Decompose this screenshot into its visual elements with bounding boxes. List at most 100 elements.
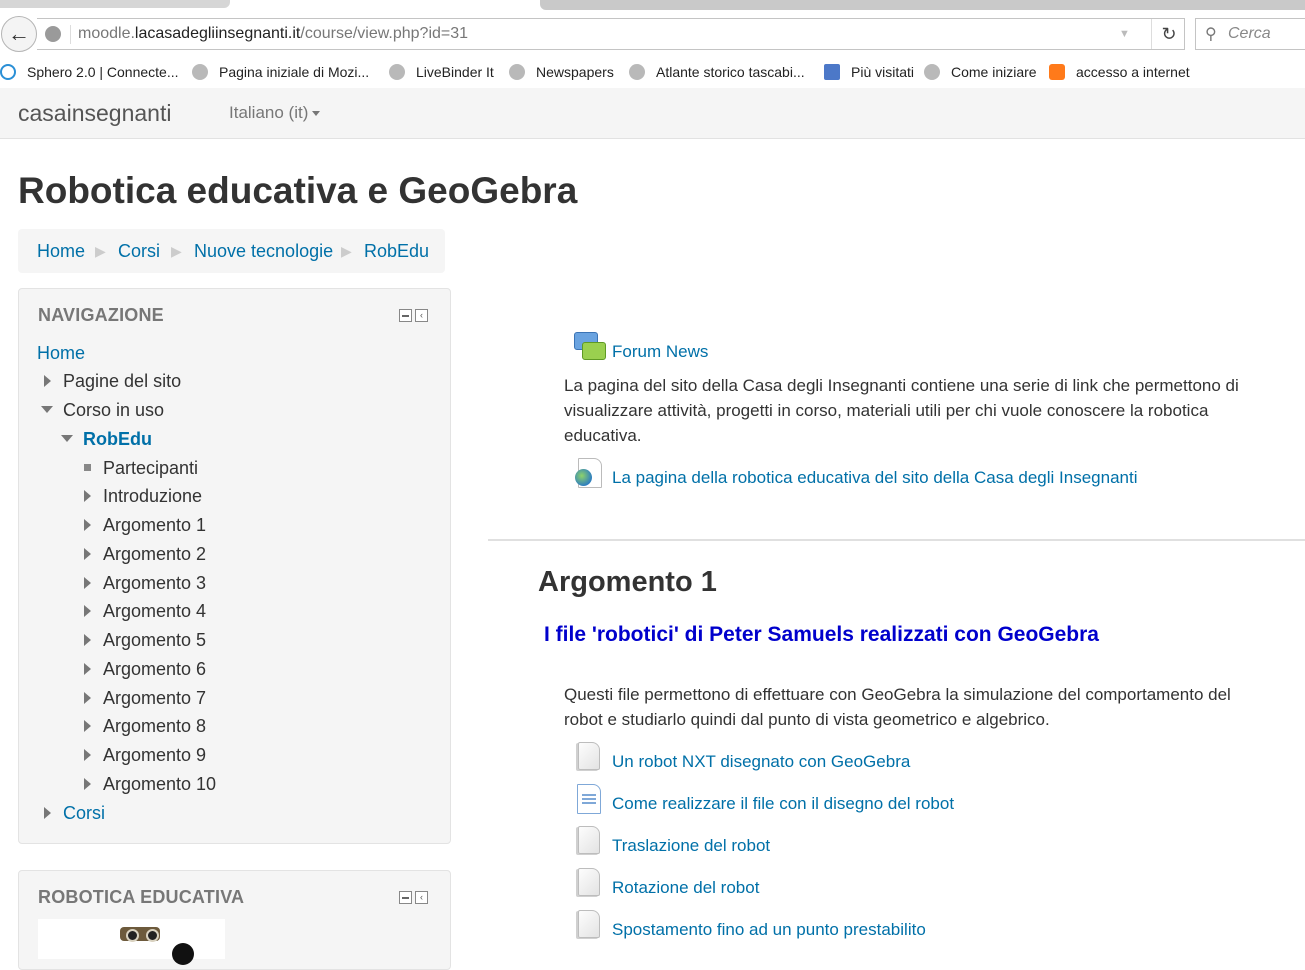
robot-image bbox=[38, 919, 225, 965]
nav-item-corsi[interactable]: Corsi bbox=[63, 803, 105, 824]
document-icon bbox=[577, 784, 601, 814]
caret-down-icon bbox=[312, 111, 321, 117]
expand-icon[interactable] bbox=[84, 663, 91, 675]
expand-icon[interactable] bbox=[84, 692, 91, 704]
active-tab-edge[interactable] bbox=[0, 0, 230, 8]
collapse-icon[interactable] bbox=[399, 309, 412, 322]
url-globe-icon bbox=[575, 458, 602, 488]
search-box[interactable]: ⚲ Cerca bbox=[1195, 18, 1305, 50]
search-placeholder: Cerca bbox=[1228, 25, 1271, 42]
expand-icon[interactable] bbox=[84, 720, 91, 732]
bookmark-internet-access[interactable]: accesso a internet bbox=[1049, 64, 1190, 80]
section-subheading: I file 'robotici' di Peter Samuels reali… bbox=[544, 623, 1099, 646]
bookmark-getting-started[interactable]: Come iniziare bbox=[924, 64, 1037, 80]
collapse-arrow-icon[interactable] bbox=[61, 435, 73, 442]
nav-item-argomento-4[interactable]: Argomento 4 bbox=[103, 601, 206, 622]
expand-icon[interactable] bbox=[84, 749, 91, 761]
dock-icon[interactable]: ‹ bbox=[415, 309, 428, 322]
nav-item-argomento-2[interactable]: Argomento 2 bbox=[103, 544, 206, 565]
block-title: NAVIGAZIONE bbox=[38, 305, 164, 325]
robot-eye-shape bbox=[126, 929, 139, 942]
breadcrumb-nuove-tecnologie[interactable]: Nuove tecnologie bbox=[194, 241, 333, 262]
nav-item-argomento-6[interactable]: Argomento 6 bbox=[103, 659, 206, 680]
expand-icon[interactable] bbox=[84, 778, 91, 790]
search-icon: ⚲ bbox=[1205, 26, 1217, 43]
url-history-dropdown-icon[interactable]: ▼ bbox=[1119, 28, 1130, 40]
forum-news-link[interactable]: Forum News bbox=[612, 342, 708, 362]
breadcrumb-separator-icon: ▶ bbox=[95, 243, 106, 259]
collapse-arrow-icon[interactable] bbox=[41, 406, 53, 413]
nav-item-argomento-10[interactable]: Argomento 10 bbox=[103, 774, 216, 795]
site-brand[interactable]: casainsegnanti bbox=[18, 100, 171, 127]
url-separator bbox=[70, 25, 71, 44]
section-heading: Argomento 1 bbox=[538, 566, 717, 598]
globe-icon bbox=[924, 64, 940, 80]
nav-item-argomento-7[interactable]: Argomento 7 bbox=[103, 688, 206, 709]
nav-item-argomento-8[interactable]: Argomento 8 bbox=[103, 716, 206, 737]
section-summary: Questi file permettono di effettuare con… bbox=[564, 685, 1231, 729]
page-title: Robotica educativa e GeoGebra bbox=[18, 170, 578, 211]
resource-link[interactable]: Spostamento fino ad un punto prestabilit… bbox=[612, 920, 926, 940]
expand-icon[interactable] bbox=[44, 807, 51, 819]
block-title: ROBOTICA EDUCATIVA bbox=[38, 887, 245, 907]
nav-item-introduzione[interactable]: Introduzione bbox=[103, 486, 202, 507]
breadcrumb-separator-icon: ▶ bbox=[171, 243, 182, 259]
bookmark-atlante[interactable]: Atlante storico tascabi... bbox=[629, 64, 805, 80]
robot-eye-shape bbox=[146, 929, 159, 942]
expand-icon[interactable] bbox=[84, 519, 91, 531]
block-controls: ‹ bbox=[399, 309, 428, 322]
block-controls: ‹ bbox=[399, 891, 428, 904]
browser-toolbar: ← moodle.lacasadegliinsegnanti.it/course… bbox=[0, 12, 1305, 58]
bookmark-sphero[interactable]: Sphero 2.0 | Connecte... bbox=[0, 64, 179, 80]
nav-item-argomento-9[interactable]: Argomento 9 bbox=[103, 745, 206, 766]
file-icon bbox=[578, 910, 600, 938]
lock-icon bbox=[1049, 64, 1065, 80]
file-icon bbox=[578, 742, 600, 770]
nav-item-robedu[interactable]: RobEdu bbox=[83, 429, 152, 450]
nav-item-site-pages[interactable]: Pagine del sito bbox=[63, 371, 181, 392]
forum-icon bbox=[574, 332, 606, 362]
bookmark-mozilla[interactable]: Pagina iniziale di Mozi... bbox=[192, 64, 369, 80]
nav-item-current-course[interactable]: Corso in uso bbox=[63, 400, 164, 421]
resource-link[interactable]: Un robot NXT disegnato con GeoGebra bbox=[612, 752, 910, 772]
back-button[interactable]: ← bbox=[1, 16, 37, 52]
expand-icon[interactable] bbox=[84, 605, 91, 617]
back-arrow-icon: ← bbox=[8, 21, 30, 46]
resource-link[interactable]: Traslazione del robot bbox=[612, 836, 770, 856]
dock-icon[interactable]: ‹ bbox=[415, 891, 428, 904]
nav-item-home[interactable]: Home bbox=[37, 343, 85, 364]
bookmarks-bar: Sphero 2.0 | Connecte... Pagina iniziale… bbox=[0, 60, 1305, 88]
site-navbar: casainsegnanti Italiano (it) bbox=[0, 88, 1305, 139]
bookmark-livebinder[interactable]: LiveBinder It bbox=[389, 64, 494, 80]
url-text[interactable]: moodle.lacasadegliinsegnanti.it/course/v… bbox=[78, 25, 468, 43]
inactive-tab-edge[interactable] bbox=[540, 0, 1305, 10]
expand-icon[interactable] bbox=[84, 577, 91, 589]
nav-item-participants[interactable]: Partecipanti bbox=[103, 458, 198, 479]
bullet-icon bbox=[84, 464, 91, 471]
bookmark-newspapers[interactable]: Newspapers bbox=[509, 64, 614, 80]
site-identity-icon[interactable] bbox=[45, 26, 61, 42]
globe-icon bbox=[389, 64, 405, 80]
language-menu[interactable]: Italiano (it) bbox=[229, 103, 321, 123]
nav-item-argomento-3[interactable]: Argomento 3 bbox=[103, 573, 206, 594]
expand-icon[interactable] bbox=[44, 375, 51, 387]
intro-description: La pagina del sito della Casa degli Inse… bbox=[564, 376, 1239, 445]
resource-link[interactable]: Rotazione del robot bbox=[612, 878, 759, 898]
expand-icon[interactable] bbox=[84, 548, 91, 560]
bookmark-most-visited[interactable]: Più visitati bbox=[824, 64, 914, 80]
collapse-icon[interactable] bbox=[399, 891, 412, 904]
robotics-page-link[interactable]: La pagina della robotica educativa del s… bbox=[612, 468, 1137, 488]
breadcrumb-home[interactable]: Home bbox=[37, 241, 85, 262]
breadcrumb-robedu[interactable]: RobEdu bbox=[364, 241, 429, 262]
expand-icon[interactable] bbox=[84, 634, 91, 646]
address-bar[interactable]: moodle.lacasadegliinsegnanti.it/course/v… bbox=[37, 18, 1185, 50]
resource-link[interactable]: Come realizzare il file con il disegno d… bbox=[612, 794, 954, 814]
reload-button[interactable]: ↻ bbox=[1151, 19, 1186, 49]
expand-icon[interactable] bbox=[84, 490, 91, 502]
globe-icon bbox=[629, 64, 645, 80]
section-divider bbox=[488, 539, 1305, 541]
nav-item-argomento-5[interactable]: Argomento 5 bbox=[103, 630, 206, 651]
breadcrumb-corsi[interactable]: Corsi bbox=[118, 241, 160, 262]
nav-item-argomento-1[interactable]: Argomento 1 bbox=[103, 515, 206, 536]
sphero-icon bbox=[0, 64, 16, 80]
